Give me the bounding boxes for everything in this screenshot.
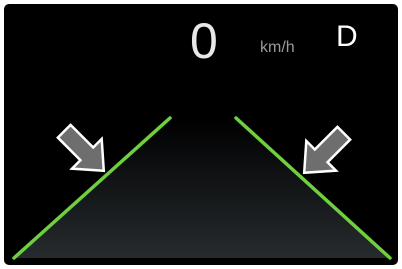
- speed-value: 0: [190, 13, 218, 69]
- gear-indicator: D: [336, 20, 358, 53]
- speed-unit: km/h: [260, 39, 295, 56]
- camera-display: 0 km/h D: [4, 4, 398, 265]
